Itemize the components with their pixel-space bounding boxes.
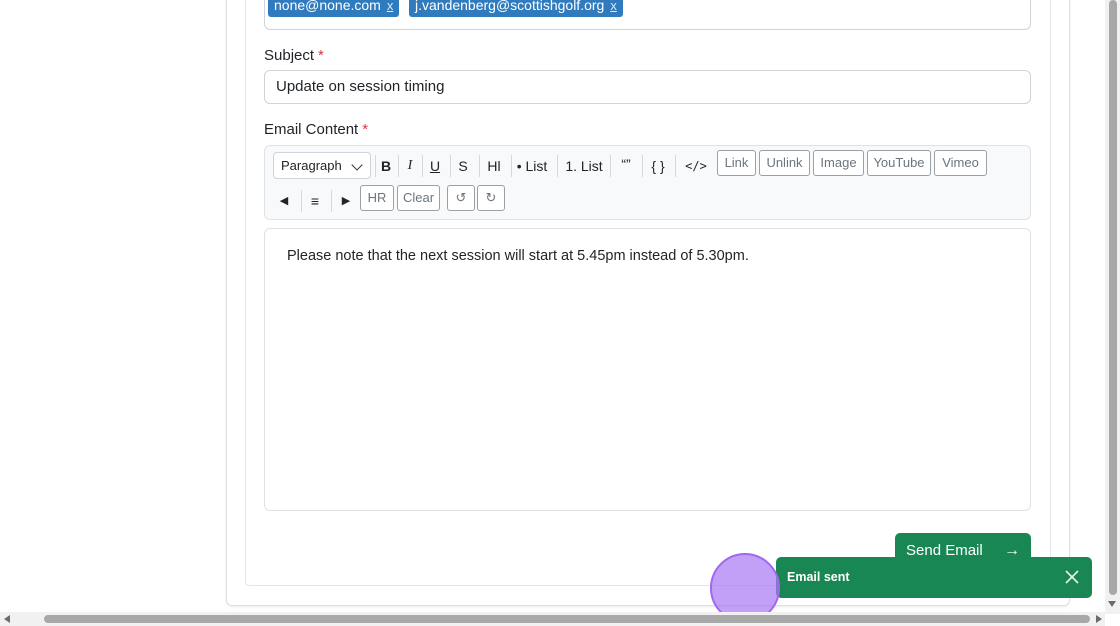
page: none@none.com x j.vandenberg@scottishgolf… [0, 0, 1120, 626]
code-inline-button[interactable]: { } [649, 153, 667, 179]
toolbar-divider [301, 190, 302, 212]
scroll-down-arrow-icon[interactable] [1108, 601, 1116, 607]
scroll-left-arrow-icon[interactable] [4, 615, 10, 623]
toolbar-divider [479, 155, 480, 177]
recipient-chip: none@none.com x [268, 0, 400, 17]
toolbar-divider [331, 190, 332, 212]
email-content-editor[interactable]: Please note that the next session will s… [264, 228, 1031, 511]
redo-button[interactable]: ↻ [477, 185, 505, 211]
editor-paragraph: Please note that the next session will s… [287, 248, 749, 264]
strikethrough-button[interactable]: S [456, 153, 470, 179]
recipient-email: none@none.com [274, 0, 381, 13]
toolbar-divider [450, 155, 451, 177]
success-toast: Email sent [776, 557, 1092, 598]
block-format-value: Paragraph [281, 158, 342, 173]
toast-message: Email sent [787, 570, 850, 584]
horizontal-rule-button[interactable]: HR [360, 185, 394, 211]
toolbar-divider [375, 155, 376, 177]
toolbar-divider [642, 155, 643, 177]
vertical-scrollbar[interactable] [1105, 0, 1120, 614]
required-mark: * [362, 121, 369, 138]
toolbar-divider [422, 155, 423, 177]
toolbar-divider [610, 155, 611, 177]
remove-recipient-button[interactable]: x [610, 0, 617, 13]
highlight-button[interactable]: Hl [483, 153, 505, 179]
horizontal-scrollbar[interactable] [0, 612, 1105, 626]
blockquote-button[interactable]: “” [617, 151, 635, 177]
undo-button[interactable]: ↺ [447, 185, 475, 211]
link-button[interactable]: Link [717, 150, 756, 176]
subject-label: Subject * [264, 47, 324, 64]
recipient-chip: j.vandenberg@scottishgolf.org x [409, 0, 623, 17]
numbered-list-button[interactable]: 1. List [564, 153, 604, 179]
editor-toolbar: Paragraph B I U S Hl • List 1. List “” {… [264, 145, 1031, 220]
image-button[interactable]: Image [813, 150, 864, 176]
vertical-scroll-thumb[interactable] [1109, 0, 1117, 595]
scroll-right-arrow-icon[interactable] [1096, 615, 1102, 623]
align-left-button[interactable]: ◀ [275, 188, 293, 214]
chevron-down-icon [351, 159, 363, 171]
vimeo-button[interactable]: Vimeo [934, 150, 987, 176]
required-mark: * [318, 47, 324, 64]
close-icon[interactable] [1062, 567, 1082, 587]
align-right-button[interactable]: ▶ [337, 188, 355, 214]
toolbar-divider [557, 155, 558, 177]
toolbar-divider [398, 155, 399, 177]
clear-format-button[interactable]: Clear [397, 185, 440, 211]
underline-button[interactable]: U [427, 153, 443, 179]
youtube-button[interactable]: YouTube [867, 150, 931, 176]
subject-input[interactable]: Update on session timing [264, 70, 1031, 104]
recipient-email: j.vandenberg@scottishgolf.org [415, 0, 605, 13]
bullet-list-button[interactable]: • List [515, 153, 549, 179]
align-center-button[interactable]: ≡ [305, 188, 325, 214]
toolbar-divider [511, 155, 512, 177]
email-content-label-text: Email Content [264, 121, 359, 138]
toolbar-divider [675, 155, 676, 177]
code-block-button[interactable]: </> [682, 153, 710, 179]
horizontal-scroll-thumb[interactable] [44, 615, 1090, 623]
subject-label-text: Subject [264, 47, 315, 64]
block-format-select[interactable]: Paragraph [273, 152, 371, 179]
bold-button[interactable]: B [377, 153, 395, 179]
remove-recipient-button[interactable]: x [387, 0, 394, 13]
italic-button[interactable]: I [403, 153, 417, 179]
email-content-label: Email Content * [264, 121, 368, 138]
recipients-field[interactable]: none@none.com x j.vandenberg@scottishgolf… [264, 0, 1031, 30]
unlink-button[interactable]: Unlink [759, 150, 810, 176]
